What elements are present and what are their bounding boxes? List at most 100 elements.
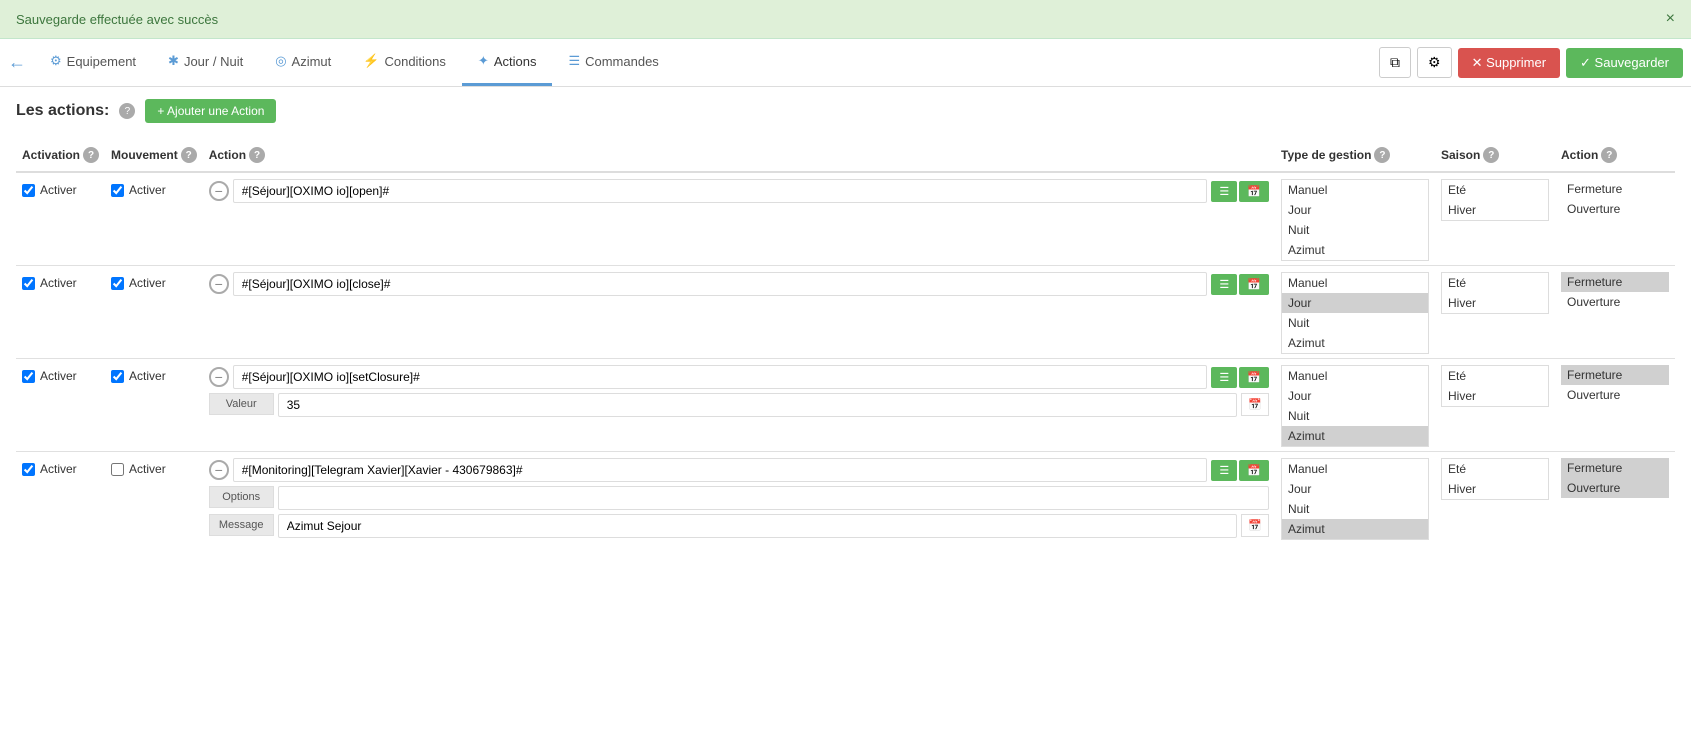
action-type-list-item[interactable]: Fermeture [1561,272,1669,292]
action-calendar-button[interactable]: 📅 [1239,181,1269,202]
type-list: ManuelJourNuitAzimut [1281,458,1429,540]
nav-tab-commandes[interactable]: ☰Commandes [552,39,674,86]
saison-list-item[interactable]: Eté [1442,273,1548,293]
jour-nuit-icon: ✱ [168,53,179,69]
activation-checkbox[interactable] [22,463,35,476]
mouvement-checkbox-label[interactable]: Activer [111,276,197,290]
type-list-item[interactable]: Nuit [1282,313,1428,333]
action-input-wrap: − ☰ 📅 [209,458,1269,482]
saison-list-item[interactable]: Hiver [1442,386,1548,406]
action-type-list-item[interactable]: Ouverture [1561,199,1669,219]
type-list-item[interactable]: Nuit [1282,220,1428,240]
type-list-item[interactable]: Nuit [1282,406,1428,426]
action-text-input[interactable] [233,179,1208,203]
remove-action-button[interactable]: − [209,460,229,480]
mouvement-checkbox[interactable] [111,463,124,476]
type-list-item[interactable]: Azimut [1282,519,1428,539]
type-list-item[interactable]: Manuel [1282,459,1428,479]
action-list-button[interactable]: ☰ [1211,181,1237,202]
type-list-item[interactable]: Azimut [1282,240,1428,260]
activation-checkbox-label[interactable]: Activer [22,462,99,476]
sub-calendar-button[interactable]: 📅 [1241,393,1269,416]
activation-checkbox-label[interactable]: Activer [22,183,99,197]
save-button[interactable]: ✓ Sauvegarder [1566,48,1683,78]
settings-button[interactable]: ⚙ [1417,47,1452,78]
type-list-item[interactable]: Nuit [1282,499,1428,519]
mouvement-checkbox-label[interactable]: Activer [111,183,197,197]
close-icon[interactable]: × [1666,10,1675,28]
action-help-icon[interactable]: ? [249,147,265,163]
delete-button[interactable]: ✕ Supprimer [1458,48,1560,78]
saison-list: EtéHiver [1441,365,1549,407]
nav-tab-jour-nuit[interactable]: ✱Jour / Nuit [152,39,259,86]
saison-list-item[interactable]: Hiver [1442,200,1548,220]
action-calendar-button[interactable]: 📅 [1239,274,1269,295]
sub-input[interactable] [278,393,1238,417]
nav-tab-equipement[interactable]: ⚙Equipement [34,39,152,86]
col-header-action-type: Action ? [1555,139,1675,172]
nav-tab-actions[interactable]: ✦Actions [462,39,553,86]
remove-action-button[interactable]: − [209,181,229,201]
action-type-list-item[interactable]: Ouverture [1561,478,1669,498]
action-input-wrap: − ☰ 📅 [209,365,1269,389]
mouvement-help-icon[interactable]: ? [181,147,197,163]
action-text-input[interactable] [233,458,1208,482]
success-bar: Sauvegarde effectuée avec succès × [0,0,1691,39]
type-list-item[interactable]: Jour [1282,200,1428,220]
mouvement-checkbox[interactable] [111,277,124,290]
action-list-button[interactable]: ☰ [1211,460,1237,481]
type-list-item[interactable]: Azimut [1282,426,1428,446]
type-list-item[interactable]: Jour [1282,479,1428,499]
saison-list-item[interactable]: Hiver [1442,479,1548,499]
sub-calendar-button[interactable]: 📅 [1241,514,1269,537]
activation-help-icon[interactable]: ? [83,147,99,163]
mouvement-checkbox-label[interactable]: Activer [111,462,197,476]
type-help-icon[interactable]: ? [1374,147,1390,163]
type-list-item[interactable]: Manuel [1282,273,1428,293]
add-action-button[interactable]: + Ajouter une Action [145,99,276,123]
copy-button[interactable]: ⧉ [1379,47,1411,78]
type-list-item[interactable]: Jour [1282,293,1428,313]
activation-checkbox-label[interactable]: Activer [22,276,99,290]
saison-list-item[interactable]: Eté [1442,180,1548,200]
action-type-list-item[interactable]: Fermeture [1561,179,1669,199]
action-type-list-item[interactable]: Ouverture [1561,385,1669,405]
sub-input[interactable] [278,486,1269,510]
saison-list-item[interactable]: Hiver [1442,293,1548,313]
type-list-item[interactable]: Manuel [1282,366,1428,386]
action-list-button[interactable]: ☰ [1211,367,1237,388]
action-buttons: ☰ 📅 [1211,367,1269,388]
action-calendar-button[interactable]: 📅 [1239,367,1269,388]
help-icon[interactable]: ? [119,103,135,119]
activation-checkbox[interactable] [22,184,35,197]
saison-list-item[interactable]: Eté [1442,366,1548,386]
sub-input[interactable] [278,514,1238,538]
action-type-list-item[interactable]: Fermeture [1561,365,1669,385]
activation-checkbox-label[interactable]: Activer [22,369,99,383]
success-message: Sauvegarde effectuée avec succès [16,12,218,27]
mouvement-checkbox-label[interactable]: Activer [111,369,197,383]
action-list-button[interactable]: ☰ [1211,274,1237,295]
remove-action-button[interactable]: − [209,274,229,294]
action-col-help-icon[interactable]: ? [1601,147,1617,163]
col-header-saison: Saison ? [1435,139,1555,172]
remove-action-button[interactable]: − [209,367,229,387]
mouvement-checkbox[interactable] [111,370,124,383]
saison-list-item[interactable]: Eté [1442,459,1548,479]
nav-tab-azimut[interactable]: ◎Azimut [259,39,347,86]
saison-help-icon[interactable]: ? [1483,147,1499,163]
action-text-input[interactable] [233,365,1208,389]
page-title: Les actions: [16,102,109,120]
action-type-list-item[interactable]: Fermeture [1561,458,1669,478]
nav-tab-conditions[interactable]: ⚡Conditions [347,39,462,86]
activation-checkbox[interactable] [22,370,35,383]
type-list-item[interactable]: Manuel [1282,180,1428,200]
mouvement-checkbox[interactable] [111,184,124,197]
action-type-list-item[interactable]: Ouverture [1561,292,1669,312]
action-calendar-button[interactable]: 📅 [1239,460,1269,481]
type-list-item[interactable]: Jour [1282,386,1428,406]
back-button[interactable]: ← [8,52,26,73]
activation-checkbox[interactable] [22,277,35,290]
type-list-item[interactable]: Azimut [1282,333,1428,353]
action-text-input[interactable] [233,272,1208,296]
